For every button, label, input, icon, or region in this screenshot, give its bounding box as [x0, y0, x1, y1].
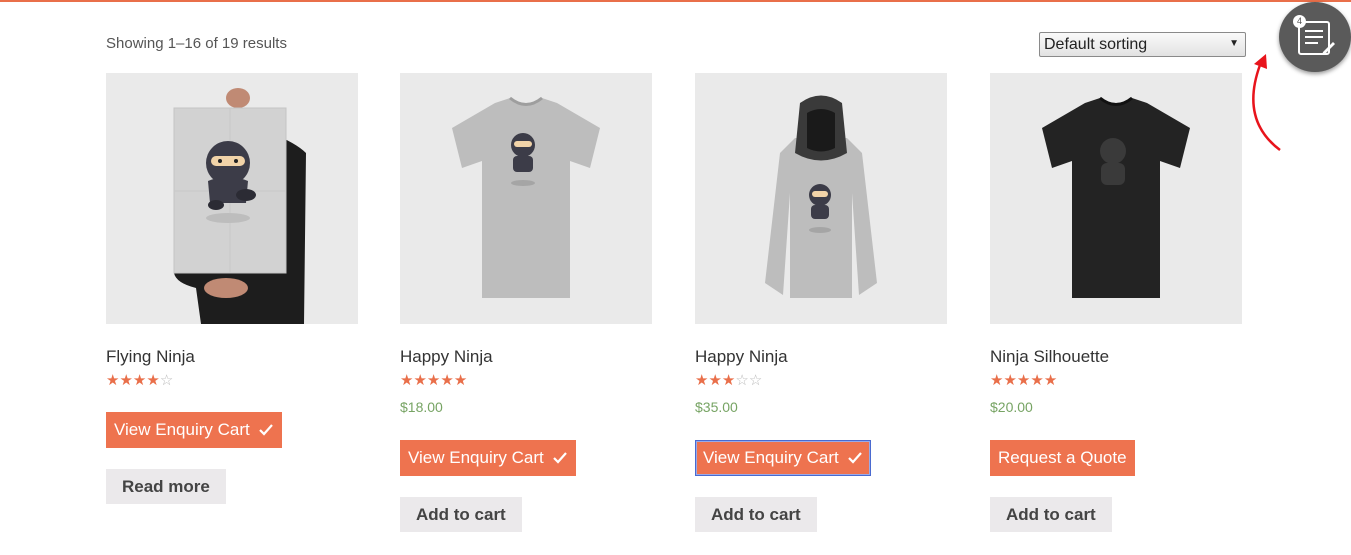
- product-title[interactable]: Happy Ninja: [400, 347, 493, 367]
- star-filled-icon: ★: [721, 372, 736, 389]
- read-more-button[interactable]: Read more: [106, 469, 226, 504]
- product-price: $35.00: [695, 399, 738, 415]
- product-title[interactable]: Flying Ninja: [106, 347, 195, 367]
- product-image-tshirt[interactable]: [400, 73, 652, 324]
- checkmark-icon: [847, 452, 862, 464]
- view-enquiry-cart-button[interactable]: View Enquiry Cart: [106, 412, 282, 448]
- star-filled-icon: ★: [440, 372, 454, 389]
- star-empty-icon: ☆: [748, 372, 763, 389]
- star-filled-icon: ★: [119, 372, 133, 389]
- button-label: View Enquiry Cart: [408, 448, 544, 467]
- result-count: Showing 1–16 of 19 results: [106, 35, 287, 52]
- button-label: Request a Quote: [998, 448, 1127, 467]
- star-empty-icon: ☆: [159, 372, 174, 389]
- star-rating: ★★★★☆: [106, 373, 173, 389]
- star-filled-icon: ★: [1043, 372, 1058, 389]
- star-rating: ★★★★★: [990, 373, 1057, 389]
- product-image-tshirt-black[interactable]: [990, 73, 1242, 324]
- star-filled-icon: ★: [1003, 372, 1017, 389]
- star-empty-icon: ☆: [735, 372, 749, 389]
- star-filled-icon: ★: [132, 372, 147, 389]
- view-enquiry-cart-button[interactable]: View Enquiry Cart: [400, 440, 576, 476]
- star-rating: ★★★★★: [400, 373, 467, 389]
- curved-arrow-icon: [1252, 54, 1281, 151]
- star-filled-icon: ★: [400, 372, 414, 389]
- top-accent-line: [0, 0, 1351, 2]
- star-filled-icon: ★: [453, 372, 468, 389]
- add-to-cart-button[interactable]: Add to cart: [695, 497, 817, 532]
- star-filled-icon: ★: [695, 372, 709, 389]
- star-rating: ★★★☆☆: [695, 373, 762, 389]
- product-card: Ninja Silhouette ★★★★★ $20.00 Request a …: [990, 73, 1242, 532]
- star-filled-icon: ★: [413, 372, 427, 389]
- product-title[interactable]: Happy Ninja: [695, 347, 788, 367]
- star-filled-icon: ★: [990, 372, 1004, 389]
- dropdown-arrow-icon: ▼: [1229, 38, 1239, 49]
- star-filled-icon: ★: [106, 372, 120, 389]
- button-label: View Enquiry Cart: [703, 448, 839, 467]
- sorting-select[interactable]: Default sorting ▼: [1039, 32, 1246, 57]
- product-title[interactable]: Ninja Silhouette: [990, 347, 1109, 367]
- button-label: View Enquiry Cart: [114, 420, 250, 439]
- star-filled-icon: ★: [708, 372, 722, 389]
- product-price: $18.00: [400, 399, 443, 415]
- add-to-cart-button[interactable]: Add to cart: [990, 497, 1112, 532]
- request-a-quote-button[interactable]: Request a Quote: [990, 440, 1135, 476]
- star-filled-icon: ★: [146, 372, 160, 389]
- checkmark-icon: [258, 424, 273, 436]
- product-card: Happy Ninja ★★★★★ $18.00 View Enquiry Ca…: [400, 73, 652, 532]
- sorting-select-value: Default sorting: [1044, 36, 1148, 53]
- product-card: Flying Ninja ★★★★☆ View Enquiry Cart Rea…: [106, 73, 358, 504]
- product-image-hoodie[interactable]: [695, 73, 947, 324]
- star-filled-icon: ★: [1016, 372, 1031, 389]
- product-image-poster[interactable]: [106, 73, 358, 324]
- checkmark-icon: [552, 452, 567, 464]
- enquiry-count-badge: 4: [1293, 15, 1306, 28]
- product-card: Happy Ninja ★★★☆☆ $35.00 View Enquiry Ca…: [695, 73, 947, 532]
- star-filled-icon: ★: [1030, 372, 1044, 389]
- product-price: $20.00: [990, 399, 1033, 415]
- add-to-cart-button[interactable]: Add to cart: [400, 497, 522, 532]
- star-filled-icon: ★: [426, 372, 441, 389]
- view-enquiry-cart-button[interactable]: View Enquiry Cart: [695, 440, 871, 476]
